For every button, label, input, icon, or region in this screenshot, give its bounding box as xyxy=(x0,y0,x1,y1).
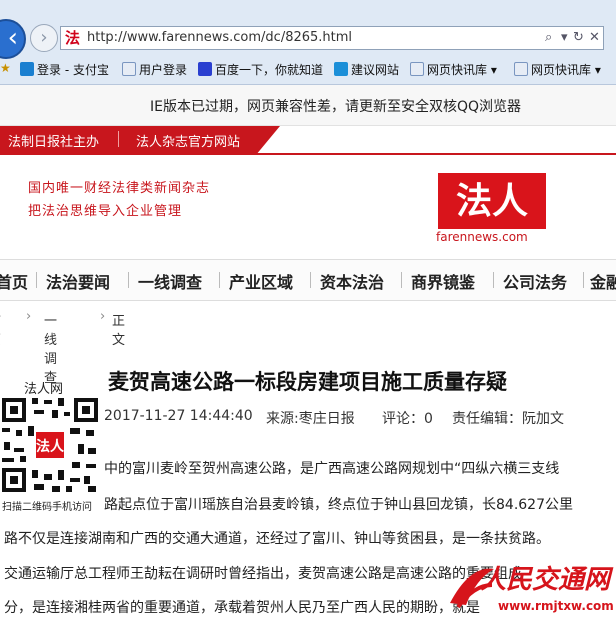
top-link-sponsor[interactable]: 法制日报社主办 xyxy=(8,131,99,150)
article-editor: 责任编辑：阮加文 xyxy=(452,411,564,427)
logo-url: farennews.com xyxy=(436,230,528,244)
url-text: http://www.farennews.com/dc/8265.html xyxy=(87,30,353,45)
divider xyxy=(219,272,220,288)
watermark-url: www.rmjtxw.com xyxy=(498,599,614,613)
article-date: 2017-11-27 14:44:40 xyxy=(104,408,253,424)
favorite-webslice-2[interactable]: 网页快讯库 ▾ xyxy=(514,61,601,78)
favorites-star-icon[interactable]: ★ xyxy=(0,61,11,75)
browser-chrome: ‹ › 法 http://www.farennews.com/dc/8265.h… xyxy=(0,0,616,85)
notice-text: IE版本已过期，网页兼容性差，请更新至安全双核QQ浏览器 xyxy=(150,99,522,115)
qr-code: 法人 xyxy=(0,396,100,494)
nav-item-legal-news[interactable]: 法治要闻 xyxy=(46,269,110,293)
divider xyxy=(583,272,584,288)
slogan-line-2: 把法治思维导入企业管理 xyxy=(28,204,183,219)
nav-item-home[interactable]: 首页 xyxy=(0,269,28,293)
nav-item-business[interactable]: 商界镜鉴 xyxy=(411,269,475,293)
divider xyxy=(36,272,37,288)
divider xyxy=(493,272,494,288)
header-strip: 法制日报社主办 法人杂志官方网站 xyxy=(0,126,616,155)
main-nav: 首页 法治要闻 一线调查 产业区域 资本法治 商界镜鉴 公司法务 金融 xyxy=(0,259,616,301)
site-favicon-icon: 法 xyxy=(65,29,81,47)
favorite-webslice-1[interactable]: 网页快讯库 ▾ xyxy=(410,61,497,78)
favorite-suggested[interactable]: 建议网站 xyxy=(334,61,399,78)
stop-icon[interactable]: ✕ xyxy=(589,30,600,45)
article-title: 麦贺高速公路一标段房建项目施工质量存疑 xyxy=(108,370,507,394)
top-link-magazine[interactable]: 法人杂志官方网站 xyxy=(136,131,240,150)
bing-icon xyxy=(334,62,348,76)
slogan-line-1: 国内唯一财经法律类新闻杂志 xyxy=(28,181,211,196)
site-logo[interactable]: 法人 xyxy=(438,173,546,229)
chevron-right-icon: › xyxy=(26,309,32,324)
divider xyxy=(401,272,402,288)
back-button[interactable]: ‹ xyxy=(0,19,26,59)
refresh-icon[interactable]: ↻ xyxy=(573,30,584,45)
alipay-icon xyxy=(20,62,34,76)
article-paragraph-line: 中的富川麦岭至贺州高速公路，是广西高速公路网规划中“四纵六横三支线 xyxy=(104,461,560,477)
page-icon xyxy=(410,62,424,76)
chevron-right-icon: › xyxy=(100,309,106,324)
favorite-baidu[interactable]: 百度一下，你就知道 xyxy=(198,61,323,78)
dropdown-icon[interactable]: ▾ xyxy=(561,30,568,45)
article-source: 来源:枣庄日报 xyxy=(266,411,355,427)
breadcrumb-home[interactable]: 首页 xyxy=(0,310,1,348)
page-icon xyxy=(514,62,528,76)
nav-item-capital[interactable]: 资本法治 xyxy=(320,269,384,293)
nav-item-finance[interactable]: 金融 xyxy=(590,269,616,293)
baidu-icon xyxy=(198,62,212,76)
watermark-logo: 人民交通网 xyxy=(480,565,611,595)
browser-notice-bar: IE版本已过期，网页兼容性差，请更新至安全双核QQ浏览器 xyxy=(0,85,616,126)
nav-item-industry[interactable]: 产业区域 xyxy=(229,269,293,293)
favorite-alipay[interactable]: 登录 - 支付宝 xyxy=(20,61,109,78)
divider xyxy=(128,272,129,288)
divider xyxy=(310,272,311,288)
watermark: 人民交通网 www.rmjtxw.com xyxy=(440,555,616,622)
article-paragraph-line: 分，是连接湘桂两省的重要通道，承载着贺州人民乃至广西人民的期盼，就是 xyxy=(4,600,480,616)
search-icon[interactable]: ⌕ xyxy=(545,30,552,45)
favorites-bar: ★ 登录 - 支付宝 用户登录 百度一下，你就知道 建议网站 网页快讯库 ▾ 网… xyxy=(0,58,616,82)
article-comments[interactable]: 评论：0 xyxy=(382,408,433,428)
breadcrumb-current: 正文 xyxy=(112,314,126,348)
qr-title: 法人网 xyxy=(24,382,64,397)
forward-button[interactable]: › xyxy=(30,24,58,52)
svg-text:法人: 法人 xyxy=(36,438,65,455)
nav-item-investigation[interactable]: 一线调查 xyxy=(138,269,202,293)
divider xyxy=(118,131,119,147)
breadcrumb-section[interactable]: 一线调查 xyxy=(44,310,57,386)
nav-item-corporate-law[interactable]: 公司法务 xyxy=(503,269,567,293)
favorite-login[interactable]: 用户登录 xyxy=(122,61,187,78)
article-paragraph-line: 路起点位于富川瑶族自治县麦岭镇，终点位于钟山县回龙镇，长84.627公里 xyxy=(104,497,573,513)
article-paragraph-line: 路不仅是连接湖南和广西的交通大通道，还经过了富川、钟山等贫困县，是一条扶贫路。 xyxy=(4,531,550,547)
page-icon xyxy=(122,62,136,76)
address-bar[interactable]: 法 http://www.farennews.com/dc/8265.html … xyxy=(60,26,604,50)
qr-caption: 扫描二维码手机访问 xyxy=(2,502,92,513)
